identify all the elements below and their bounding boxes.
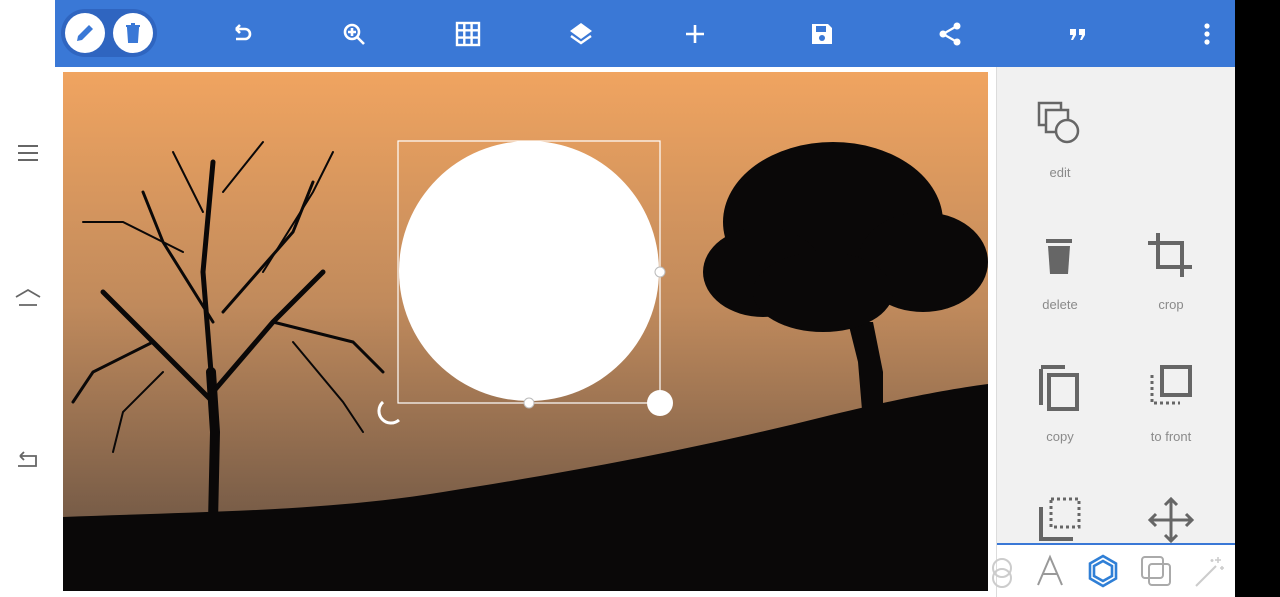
quote-button[interactable]	[1057, 13, 1099, 55]
edit-label: edit	[1049, 165, 1071, 180]
device-edge	[1235, 0, 1280, 597]
zoom-in-icon	[343, 23, 365, 45]
draw-mode-button[interactable]	[65, 13, 105, 53]
home-icon	[15, 288, 41, 306]
to-front-tool[interactable]: to front	[1116, 333, 1226, 453]
grid-icon	[455, 21, 481, 47]
delete-label: delete	[1042, 297, 1078, 312]
edit-tool[interactable]: edit	[1005, 69, 1115, 189]
text-tab[interactable]	[1030, 551, 1070, 591]
copy-tool[interactable]: copy	[1005, 333, 1115, 453]
trash-icon	[126, 23, 140, 43]
image-canvas[interactable]	[63, 72, 988, 591]
canvas-area	[55, 67, 996, 597]
app-root: edit delete crop copy to front	[0, 0, 1280, 597]
plus-icon	[686, 25, 704, 43]
copy-label: copy	[1046, 429, 1074, 444]
overlap-icon	[1141, 556, 1171, 586]
move-icon	[1147, 496, 1195, 544]
shape-tab[interactable]	[1083, 551, 1123, 591]
back-icon	[18, 451, 37, 467]
more-options-button[interactable]	[1186, 13, 1228, 55]
menu-icon	[18, 145, 38, 161]
pencil-icon	[77, 25, 93, 41]
layers-button[interactable]	[560, 13, 602, 55]
crop-label: crop	[1158, 297, 1184, 312]
trash-icon	[1046, 239, 1072, 274]
sunset-landscape-image	[63, 72, 988, 591]
share-button[interactable]	[929, 13, 971, 55]
save-button[interactable]	[801, 13, 843, 55]
home-button[interactable]	[10, 280, 46, 316]
hexagon-icon	[1088, 554, 1118, 588]
send-to-back-icon	[1039, 497, 1081, 541]
trash-mode-button[interactable]	[113, 13, 153, 53]
layer-tab[interactable]	[1136, 551, 1176, 591]
more-vertical-icon	[1204, 23, 1210, 45]
tools-panel: edit delete crop copy to front	[992, 67, 1236, 597]
delete-tool[interactable]: delete	[1005, 201, 1115, 321]
zoom-button[interactable]	[333, 13, 375, 55]
undo-button[interactable]	[220, 13, 262, 55]
copy-icon	[1039, 365, 1079, 411]
add-button[interactable]	[674, 13, 716, 55]
magic-wand-icon	[1195, 557, 1224, 587]
to-front-label: to front	[1150, 429, 1192, 444]
menu-button[interactable]	[10, 135, 46, 171]
magic-tab[interactable]	[1189, 551, 1229, 591]
quote-icon	[1070, 29, 1085, 40]
share-icon	[939, 22, 961, 46]
layers-icon	[570, 23, 592, 45]
top-toolbar	[55, 0, 1235, 67]
text-icon	[1037, 554, 1063, 586]
grid-button[interactable]	[447, 13, 489, 55]
blend-tab[interactable]	[979, 551, 1019, 591]
back-button[interactable]	[10, 442, 46, 478]
blend-icon	[992, 558, 1012, 588]
mode-toggle-group	[61, 9, 157, 57]
system-nav-bar	[0, 0, 55, 597]
save-icon	[812, 24, 832, 44]
undo-icon	[235, 24, 252, 41]
crop-tool[interactable]: crop	[1116, 201, 1226, 321]
panel-tab-bar	[992, 543, 1236, 597]
crop-icon	[1148, 233, 1192, 277]
bring-to-front-icon	[1150, 365, 1192, 405]
edit-shapes-icon	[1037, 101, 1080, 144]
